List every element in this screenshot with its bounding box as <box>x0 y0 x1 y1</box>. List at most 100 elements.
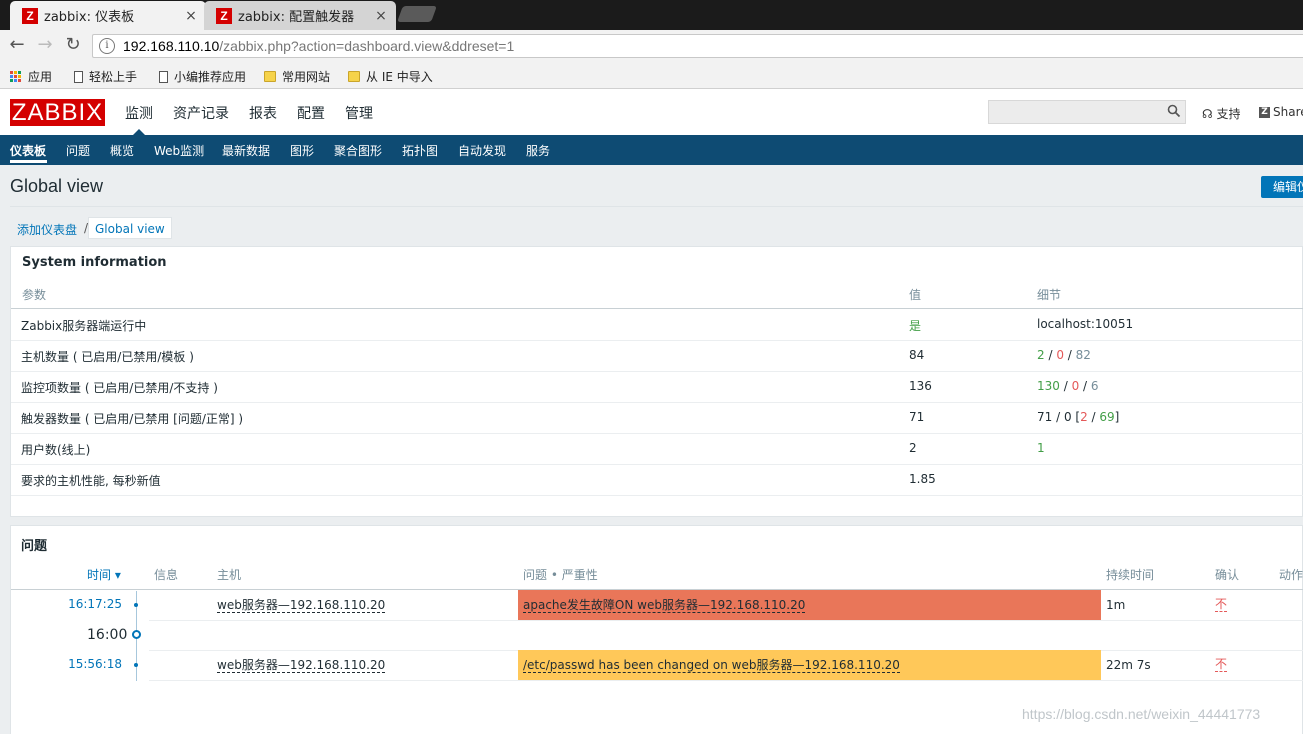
problem-cell[interactable]: /etc/passwd has been changed on web服务器—1… <box>518 650 1101 680</box>
submenu-problems[interactable]: 问题 <box>66 142 90 159</box>
detail-cell: localhost:10051 <box>1037 317 1134 331</box>
enabled-count: 130 <box>1037 379 1060 393</box>
forward-icon[interactable]: → <box>34 35 56 55</box>
browser-tab-dashboard[interactable]: Z zabbix: 仪表板 × <box>10 1 206 30</box>
host-link[interactable]: web服务器—192.168.110.20 <box>217 598 386 613</box>
timeline-hour-label: 16:00 <box>87 627 128 643</box>
tab-title: zabbix: 配置触发器 <box>238 10 355 25</box>
column-header-problem[interactable]: 问题 • 严重性 <box>523 566 598 583</box>
row-divider <box>149 680 1303 681</box>
watermark: https://blog.csdn.net/weixin_44441773 <box>1022 706 1261 722</box>
menu-configuration[interactable]: 配置 <box>297 103 325 123</box>
submenu-dashboard[interactable]: 仪表板 <box>10 142 46 159</box>
support-label: 支持 <box>1216 107 1241 121</box>
submenu-maps[interactable]: 拓扑图 <box>402 142 438 159</box>
header-divider <box>11 308 1303 309</box>
menu-inventory[interactable]: 资产记录 <box>173 103 229 123</box>
search-input[interactable] <box>988 100 1186 124</box>
detail-cell: 130 / 0 / 6 <box>1037 379 1099 393</box>
share-icon: Z <box>1259 106 1270 118</box>
detail-cell: 2 / 0 / 82 <box>1037 348 1091 362</box>
row-divider <box>11 371 1303 372</box>
share-link[interactable]: Z Share <box>1259 105 1303 119</box>
param-cell: 要求的主机性能, 每秒新值 <box>21 474 161 488</box>
column-header-time[interactable]: 时间 ▾ <box>87 566 121 583</box>
value-cell: 1.85 <box>909 472 936 486</box>
column-header-detail: 细节 <box>1037 288 1062 302</box>
timeline-dot <box>134 663 138 667</box>
detail-bracket: ] <box>1114 410 1120 424</box>
breadcrumb-add-dashboard[interactable]: 添加仪表盘 <box>17 221 77 238</box>
close-tab-icon[interactable]: × <box>184 8 198 24</box>
title-divider <box>10 206 1303 207</box>
folder-icon <box>264 71 276 82</box>
detail-separator: / <box>1059 379 1072 393</box>
problem-count: 2 <box>1080 410 1088 424</box>
bookmark-common-sites[interactable]: 常用网站 <box>264 68 330 85</box>
page-title: Global view <box>10 176 104 196</box>
widget-title: System information <box>22 255 167 270</box>
detail-separator: / <box>1063 348 1076 362</box>
detail-separator: / <box>1044 348 1057 362</box>
ack-link[interactable]: 不 <box>1215 657 1228 672</box>
share-label: Share <box>1273 105 1303 119</box>
value-cell: 是 <box>909 319 922 333</box>
submenu-web[interactable]: Web监测 <box>154 142 204 159</box>
column-header-info: 信息 <box>154 568 179 582</box>
edit-dashboard-button[interactable]: 编辑仪表盘 <box>1261 176 1303 198</box>
menu-reports[interactable]: 报表 <box>249 103 277 123</box>
bookmark-recommended-apps[interactable]: 小编推荐应用 <box>159 68 246 85</box>
column-header-host[interactable]: 主机 <box>217 566 241 583</box>
bookmark-getting-started[interactable]: 轻松上手 <box>74 68 137 85</box>
column-header-value: 值 <box>909 288 922 302</box>
zabbix-favicon-icon: Z <box>216 7 232 24</box>
bookmark-apps[interactable]: 应用 <box>10 68 52 85</box>
url-host: 192.168.110.10 <box>123 38 220 54</box>
widget-title: 问题 <box>21 539 48 554</box>
active-submenu-underline <box>10 160 47 163</box>
problem-time-link[interactable]: 16:17:25 <box>62 597 122 611</box>
submenu-services[interactable]: 服务 <box>526 142 550 159</box>
info-icon[interactable]: i <box>99 38 115 54</box>
problem-name[interactable]: apache发生故障ON web服务器—192.168.110.20 <box>523 598 806 613</box>
detail-cell: 71 / 0 [2 / 69] <box>1037 410 1119 424</box>
page-icon <box>74 70 83 83</box>
menu-administration[interactable]: 管理 <box>345 103 373 123</box>
support-link[interactable]: ☊ 支持 <box>1202 105 1241 122</box>
back-icon[interactable]: ← <box>6 35 28 55</box>
column-header-param: 参数 <box>22 288 47 302</box>
submenu-graphs[interactable]: 图形 <box>290 142 314 159</box>
bookmark-label: 应用 <box>28 70 53 84</box>
address-bar[interactable]: i 192.168.110.10/zabbix.php?action=dashb… <box>92 34 1303 58</box>
bookmark-import-ie[interactable]: 从 IE 中导入 <box>348 68 433 85</box>
column-header-actions: 动作 <box>1279 568 1303 582</box>
row-divider <box>11 340 1303 341</box>
menu-monitoring[interactable]: 监测 <box>125 103 153 123</box>
submenu-latest-data[interactable]: 最新数据 <box>222 142 270 159</box>
value-cell: 71 <box>909 410 925 424</box>
problem-cell[interactable]: apache发生故障ON web服务器—192.168.110.20 <box>518 590 1101 620</box>
submenu-overview[interactable]: 概览 <box>110 142 134 159</box>
problem-name[interactable]: /etc/passwd has been changed on web服务器—1… <box>523 658 900 673</box>
search-icon[interactable] <box>1167 104 1181 118</box>
detail-cell: 1 <box>1037 441 1045 455</box>
problem-time-link[interactable]: 15:56:18 <box>62 657 122 671</box>
close-tab-icon[interactable]: × <box>374 8 388 24</box>
trigger-counts: 71 / 0 [ <box>1037 410 1081 424</box>
reload-icon[interactable]: ↻ <box>62 35 84 55</box>
bookmark-label: 小编推荐应用 <box>174 70 247 84</box>
detail-separator: / <box>1079 379 1091 393</box>
zabbix-logo[interactable]: ZABBIX <box>10 99 105 126</box>
unsupported-count: 6 <box>1090 379 1099 393</box>
param-cell: Zabbix服务器端运行中 <box>21 319 147 333</box>
host-link[interactable]: web服务器—192.168.110.20 <box>217 658 386 673</box>
new-tab-button[interactable] <box>397 6 437 22</box>
column-header-ack: 确认 <box>1215 568 1240 582</box>
ack-link[interactable]: 不 <box>1215 597 1228 612</box>
url-path: /zabbix.php?action=dashboard.view&ddrese… <box>219 38 515 54</box>
breadcrumb-current[interactable]: Global view <box>88 217 172 239</box>
submenu-screens[interactable]: 聚合图形 <box>334 142 382 159</box>
submenu-discovery[interactable]: 自动发现 <box>458 142 506 159</box>
browser-tab-triggers[interactable]: Z zabbix: 配置触发器 × <box>204 1 396 30</box>
disabled-count: 0 <box>1056 348 1064 362</box>
